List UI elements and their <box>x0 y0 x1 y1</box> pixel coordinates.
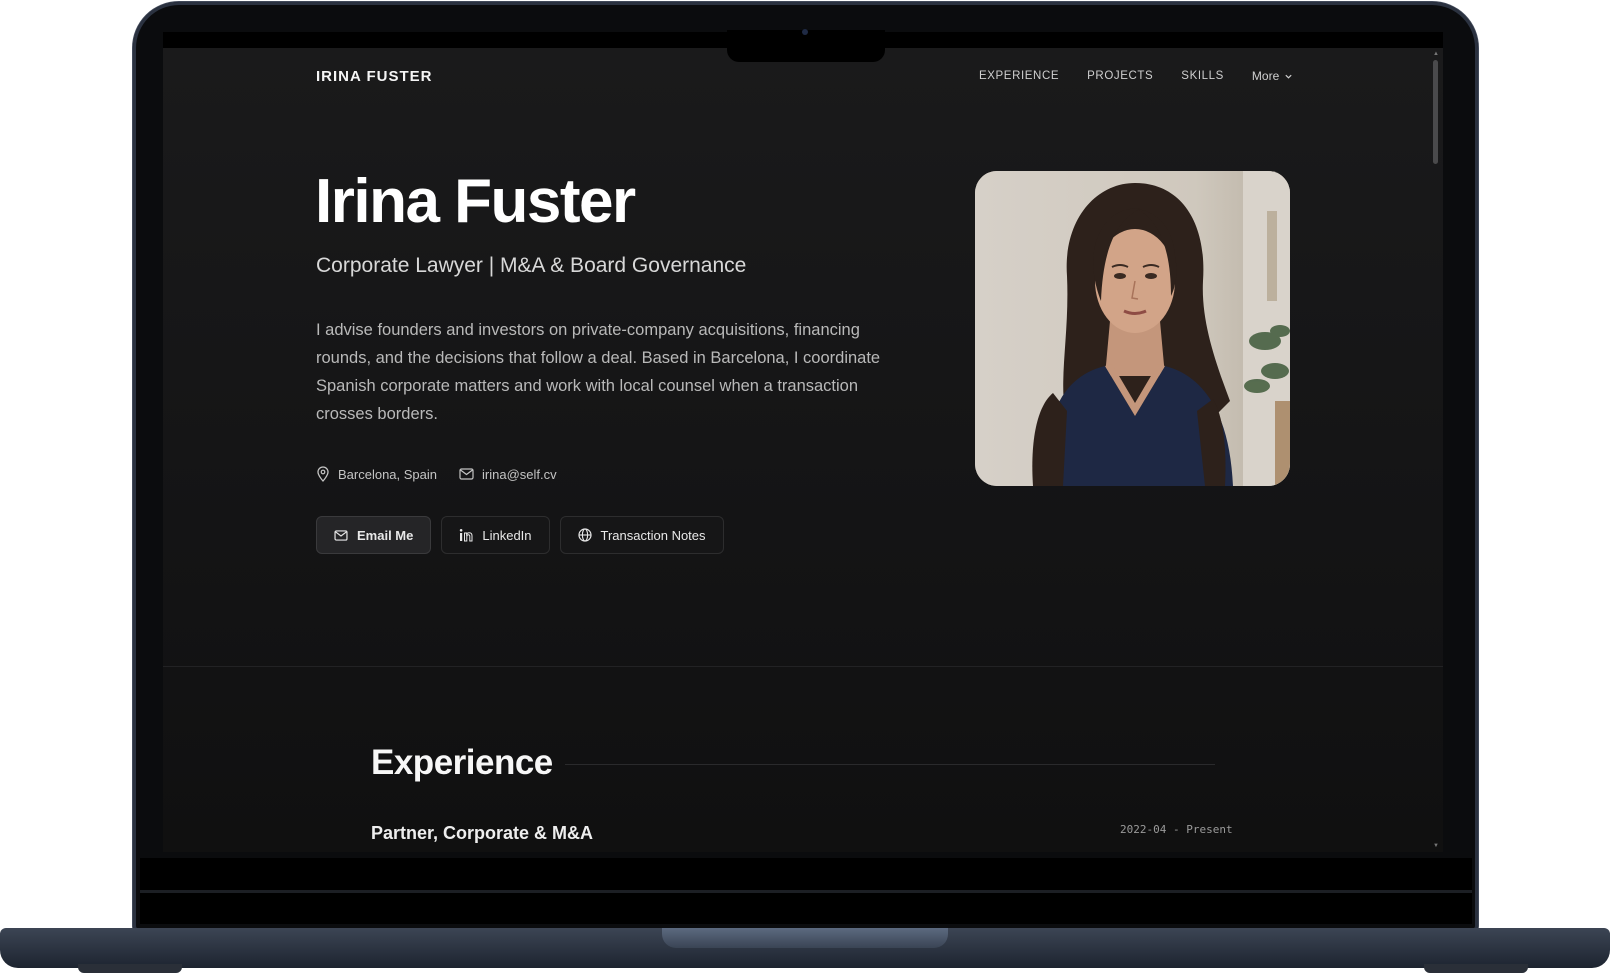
laptop-base-notch <box>662 928 948 948</box>
chevron-down-icon <box>1285 74 1292 79</box>
nav-more-dropdown[interactable]: More <box>1252 69 1293 83</box>
email-item[interactable]: irina@self.cv <box>459 466 557 482</box>
scroll-up-arrow[interactable]: ▲ <box>1433 51 1439 57</box>
linkedin-button[interactable]: LinkedIn <box>441 516 550 554</box>
nav-projects[interactable]: PROJECTS <box>1087 69 1153 83</box>
experience-heading: Experience <box>371 743 553 782</box>
section-divider <box>163 666 1443 667</box>
linkedin-label: LinkedIn <box>482 527 532 543</box>
job-dates: 2022-04 - Present <box>1120 823 1233 836</box>
nav-experience[interactable]: EXPERIENCE <box>979 69 1059 83</box>
website-viewport: IRINA FUSTER EXPERIENCE PROJECTS SKILLS … <box>163 48 1443 852</box>
transaction-notes-label: Transaction Notes <box>600 527 706 543</box>
mail-icon <box>334 529 348 541</box>
page-scrollbar[interactable]: ▲ ▼ <box>1433 51 1439 849</box>
hero-bio: I advise founders and investors on priva… <box>316 321 881 423</box>
email-me-label: Email Me <box>357 527 414 543</box>
profile-photo <box>975 171 1290 486</box>
portrait-illustration <box>975 171 1290 486</box>
contact-meta: Barcelona, Spain irina@self.cv <box>316 466 557 482</box>
camera-dot <box>802 29 808 35</box>
email-me-button[interactable]: Email Me <box>316 516 432 554</box>
job-title: Partner, Corporate & M&A <box>371 823 594 843</box>
hero-name: Irina Fuster <box>315 167 636 236</box>
location-item: Barcelona, Spain <box>316 466 437 482</box>
nav-more-label: More <box>1251 69 1280 83</box>
scroll-thumb[interactable] <box>1433 60 1438 164</box>
top-nav: EXPERIENCE PROJECTS SKILLS More <box>979 69 1293 83</box>
hero-actions: Email Me LinkedIn Transaction Notes <box>316 516 724 554</box>
nav-skills[interactable]: SKILLS <box>1181 69 1224 83</box>
hero-subtitle: Corporate Lawyer | M&A & Board Governanc… <box>316 254 747 277</box>
email-text: irina@self.cv <box>482 466 557 482</box>
location-text: Barcelona, Spain <box>338 466 438 482</box>
site-brand[interactable]: IRINA FUSTER <box>316 68 432 85</box>
laptop-foot-left <box>78 964 182 973</box>
globe-icon <box>577 528 592 542</box>
transaction-notes-button[interactable]: Transaction Notes <box>559 516 724 554</box>
linkedin-icon <box>460 529 473 542</box>
laptop-foot-right <box>1424 964 1528 973</box>
map-pin-icon <box>317 466 329 482</box>
bezel-hinge-line <box>140 890 1472 893</box>
experience-heading-rule <box>565 764 1215 765</box>
scroll-down-arrow[interactable]: ▼ <box>1433 843 1439 849</box>
mail-icon <box>459 468 474 480</box>
